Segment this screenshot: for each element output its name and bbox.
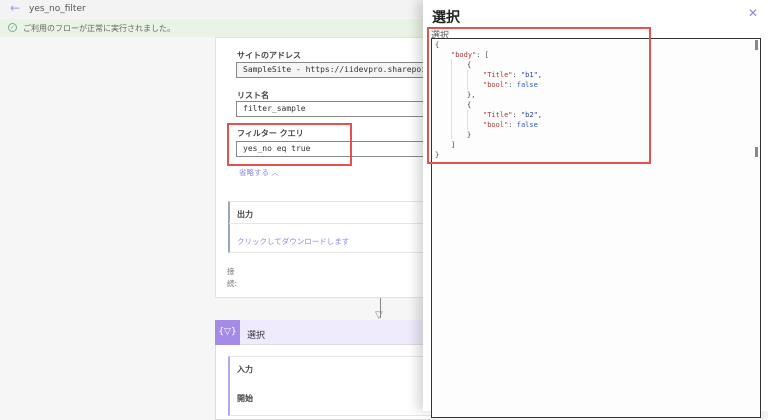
site-address-field[interactable]: SampleSite - https://iidevpro.sharepoint… [236,62,436,78]
divider [229,223,437,224]
site-address-label: サイトのアドレス [237,51,301,60]
input-label: 入力 [237,365,253,374]
check-circle-icon: ✓ [8,23,17,32]
collapse-link[interactable]: 省略する ︿ [239,167,279,178]
list-name-field[interactable]: filter_sample [236,101,436,117]
highlight-output [427,27,651,164]
scrollbar-thumb-top[interactable] [755,40,758,50]
download-link[interactable]: クリックしてダウンロードします [237,236,349,247]
success-message: ご利用のフローが正常に実行されました。 [23,24,175,33]
close-icon[interactable]: ✕ [748,6,758,20]
flow-name: yes_no_filter [29,4,86,14]
select-data-icon: {▽} [215,320,240,345]
scrollbar-thumb[interactable] [755,147,758,157]
panel-title: 選択 [432,10,460,26]
list-name-label: リスト名 [237,91,269,100]
arrow-left-icon[interactable]: ← [10,1,20,15]
input-section [228,356,438,416]
start-label: 開始 [237,394,253,403]
highlight-filter [227,123,352,166]
output-label: 出力 [237,210,253,219]
connection-label: 接続: [227,267,238,288]
select-action-title: 選択 [247,331,266,341]
